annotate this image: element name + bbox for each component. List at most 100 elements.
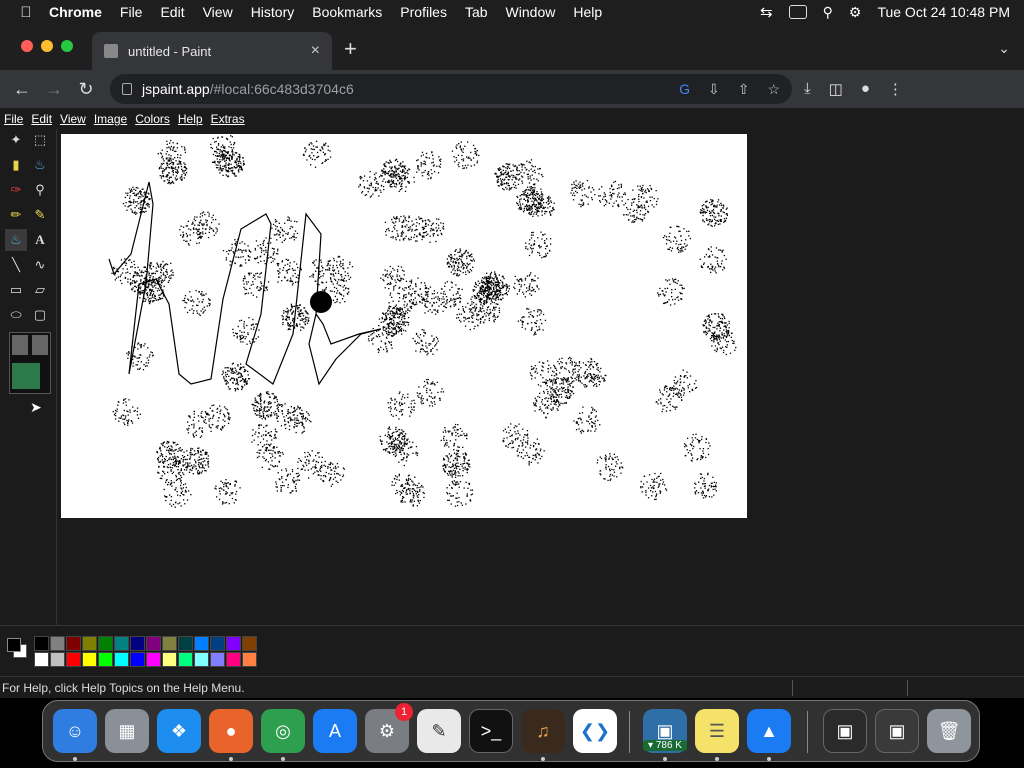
spray-dot bbox=[129, 202, 132, 204]
line-icon[interactable]: ╲ bbox=[5, 254, 27, 276]
apple-icon[interactable]:  bbox=[12, 4, 40, 21]
reload-icon[interactable]: ↻ bbox=[70, 79, 102, 100]
paint-menu-extras[interactable]: Extras bbox=[207, 112, 249, 126]
paint-menu-file[interactable]: File bbox=[0, 112, 27, 126]
spray-dot bbox=[380, 440, 382, 442]
spray-dot bbox=[231, 158, 233, 160]
select-icon[interactable]: ⬚ bbox=[29, 129, 51, 151]
profile-avatar-icon[interactable]: ● bbox=[861, 80, 870, 98]
menu-file[interactable]: File bbox=[111, 0, 152, 24]
spray-dot bbox=[185, 232, 187, 235]
downloads-icon[interactable]: ⤓ bbox=[804, 80, 811, 98]
free-form-select-icon[interactable]: ✦ bbox=[5, 129, 27, 151]
paint-menubar: File Edit View Image Colors Help Extras bbox=[0, 108, 1024, 129]
address-bar[interactable]: jspaint.app /#local:66c483d3704c6 G ⇩ ⇧ … bbox=[110, 74, 792, 104]
text-tool-icon[interactable]: A bbox=[29, 229, 51, 251]
spray-dot bbox=[291, 307, 293, 309]
menubar-clock[interactable]: Tue Oct 24 10:48 PM bbox=[877, 4, 1010, 20]
rounded-rectangle-icon[interactable]: ▢ bbox=[29, 304, 51, 326]
spray-dot bbox=[289, 237, 291, 239]
forward-arrow-icon[interactable]: → bbox=[38, 79, 70, 100]
spray-dot bbox=[342, 264, 344, 266]
paint-menu-view[interactable]: View bbox=[56, 112, 90, 126]
spray-dot bbox=[261, 466, 263, 469]
back-arrow-icon[interactable]: ← bbox=[6, 79, 38, 100]
tab-close-icon[interactable]: × bbox=[311, 42, 320, 60]
screen-sync-icon[interactable]: ⇆ bbox=[760, 3, 773, 21]
install-app-icon[interactable]: ⇩ bbox=[708, 81, 720, 98]
spray-dot bbox=[129, 409, 131, 411]
menu-edit[interactable]: Edit bbox=[151, 0, 193, 24]
paint-menu-help[interactable]: Help bbox=[174, 112, 207, 126]
magnifier-icon[interactable]: ⚲ bbox=[29, 179, 51, 201]
spray-dot bbox=[281, 413, 284, 415]
spray-dot bbox=[425, 351, 427, 353]
spray-dot bbox=[218, 487, 220, 490]
airbrush-size-small[interactable] bbox=[12, 335, 28, 355]
spray-dot bbox=[190, 494, 192, 496]
spray-dot bbox=[223, 414, 226, 417]
paint-menu-image[interactable]: Image bbox=[90, 112, 131, 126]
paint-menu-colors[interactable]: Colors bbox=[131, 112, 174, 126]
spray-dot bbox=[669, 226, 671, 229]
spray-dot bbox=[421, 329, 423, 331]
spray-dot bbox=[551, 374, 553, 377]
spray-dot bbox=[279, 452, 281, 454]
curve-icon[interactable]: ∿ bbox=[29, 254, 51, 276]
eraser-icon[interactable]: ▮ bbox=[5, 154, 27, 176]
window-icon[interactable] bbox=[788, 5, 807, 19]
menu-window[interactable]: Window bbox=[497, 0, 565, 24]
spray-dot bbox=[576, 192, 578, 194]
spray-dot bbox=[379, 435, 381, 438]
spray-dot bbox=[580, 186, 582, 189]
spray-dot bbox=[370, 182, 372, 184]
spray-dot bbox=[127, 271, 129, 273]
polygon-icon[interactable]: ▱ bbox=[29, 279, 51, 301]
tab-search-chevron-icon[interactable]: ⌄ bbox=[998, 40, 1010, 57]
browser-tab[interactable]: untitled - Paint × bbox=[92, 32, 332, 70]
window-minimize-button[interactable] bbox=[41, 40, 53, 52]
spray-dot bbox=[714, 225, 716, 227]
airbrush-icon[interactable]: ♨ bbox=[5, 229, 27, 251]
spray-dot bbox=[329, 264, 331, 266]
color-picker-icon[interactable]: ✑ bbox=[5, 179, 27, 201]
airbrush-size-medium[interactable] bbox=[32, 335, 48, 355]
spray-dot bbox=[167, 464, 170, 466]
rectangle-icon[interactable]: ▭ bbox=[5, 279, 27, 301]
spray-dot bbox=[458, 435, 460, 438]
window-close-button[interactable] bbox=[21, 40, 33, 52]
spray-dot bbox=[229, 141, 231, 143]
spray-dot bbox=[500, 184, 502, 186]
ellipse-icon[interactable]: ⬭ bbox=[5, 304, 27, 326]
bookmark-star-icon[interactable]: ☆ bbox=[767, 81, 780, 98]
window-zoom-button[interactable] bbox=[61, 40, 73, 52]
lock-icon[interactable] bbox=[122, 83, 132, 95]
new-tab-button[interactable]: + bbox=[344, 36, 357, 62]
fill-bucket-icon[interactable]: ♨ bbox=[29, 154, 51, 176]
spray-dot bbox=[465, 273, 467, 276]
pencil-icon[interactable]: ✏ bbox=[5, 204, 27, 226]
brush-icon[interactable]: ✎ bbox=[29, 204, 51, 226]
menu-bookmarks[interactable]: Bookmarks bbox=[303, 0, 391, 24]
google-lens-icon[interactable]: G bbox=[679, 81, 690, 98]
menu-profiles[interactable]: Profiles bbox=[391, 0, 456, 24]
spray-dot bbox=[570, 376, 572, 378]
menu-help[interactable]: Help bbox=[564, 0, 611, 24]
menu-history[interactable]: History bbox=[242, 0, 304, 24]
share-icon[interactable]: ⇧ bbox=[738, 81, 750, 98]
control-center-icon[interactable]: ⚙ bbox=[849, 4, 862, 21]
side-panel-icon[interactable]: ◫ bbox=[829, 80, 843, 98]
spotlight-search-icon[interactable]: ⚲ bbox=[823, 4, 833, 21]
menu-app-chrome[interactable]: Chrome bbox=[40, 0, 111, 24]
menu-view[interactable]: View bbox=[194, 0, 242, 24]
airbrush-size-large[interactable] bbox=[12, 363, 40, 389]
spray-dot bbox=[234, 480, 236, 482]
spray-dot bbox=[536, 400, 538, 402]
spray-dot bbox=[386, 332, 388, 335]
spray-dot bbox=[567, 390, 570, 392]
menu-tab[interactable]: Tab bbox=[456, 0, 497, 24]
drawing-canvas[interactable] bbox=[61, 134, 747, 518]
paint-menu-edit[interactable]: Edit bbox=[27, 112, 56, 126]
chrome-menu-icon[interactable]: ⋮ bbox=[888, 80, 903, 98]
spray-dot bbox=[474, 310, 476, 312]
